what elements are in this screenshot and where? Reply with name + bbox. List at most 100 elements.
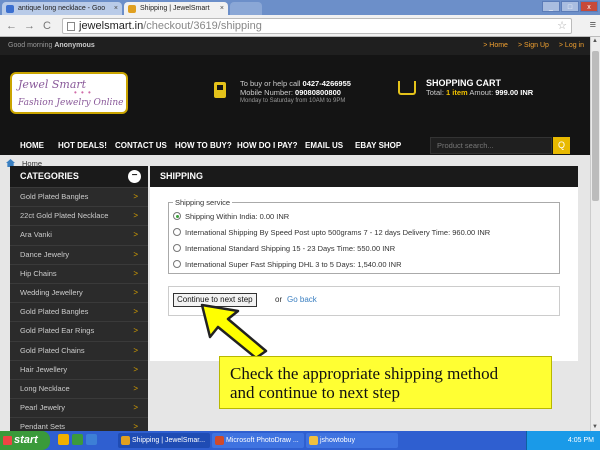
categories-header: CATEGORIES −: [10, 166, 148, 187]
menu-how-do-i-pay[interactable]: HOW DO I PAY?: [237, 141, 297, 150]
scroll-up-icon[interactable]: ▲: [592, 38, 598, 44]
sidebar-category-label: Gold Plated Chains: [20, 345, 85, 355]
chevron-right-icon: >: [133, 211, 138, 221]
chrome-icon: [121, 436, 130, 445]
folder-icon: [309, 436, 318, 445]
sidebar-category-label: 22ct Gold Plated Necklace: [20, 211, 109, 221]
shopping-cart-icon[interactable]: [398, 81, 416, 95]
chevron-right-icon: >: [133, 345, 138, 355]
quick-launch-icon[interactable]: [58, 434, 69, 445]
logo-line-2: Fashion Jewelry Online: [18, 98, 124, 108]
close-tab-icon[interactable]: ×: [220, 2, 224, 15]
url-host: jewelsmart.in: [79, 20, 144, 32]
scroll-thumb[interactable]: [592, 51, 599, 201]
callout-line-2: and continue to next step: [230, 383, 400, 402]
top-link-log-in[interactable]: > Log in: [559, 37, 584, 55]
call-number: 0427-4266955: [302, 79, 351, 88]
sidebar-category-item[interactable]: Pearl Jewelry >: [10, 398, 148, 417]
url-input[interactable]: jewelsmart.in/checkout/3619/shipping ☆: [62, 18, 572, 34]
product-search-input[interactable]: Product search...: [430, 137, 552, 154]
google-favicon-icon: [6, 5, 14, 13]
shipping-option[interactable]: International Standard Shipping 15 - 23 …: [173, 244, 395, 253]
taskbar-button-photodraw[interactable]: Microsoft PhotoDraw ...: [212, 433, 304, 448]
back-arrow-icon[interactable]: ←: [6, 19, 17, 33]
site-header: Jewel Smart • • • Fashion Jewelry Online…: [0, 55, 590, 155]
chevron-right-icon: >: [133, 422, 138, 431]
sidebar-category-item[interactable]: Gold Plated Bangles >: [10, 302, 148, 321]
menu-hot-deals[interactable]: HOT DEALS!: [58, 141, 107, 150]
sidebar-category-item[interactable]: Pendant Sets >: [10, 417, 148, 431]
windows-taskbar: start Shipping | JewelSmar... Microsoft …: [0, 431, 600, 450]
menu-ebay-shop[interactable]: EBAY SHOP: [355, 141, 401, 150]
sidebar-category-item[interactable]: Gold Plated Chains >: [10, 340, 148, 360]
quick-launch-icon[interactable]: [86, 434, 97, 445]
sidebar-category-item[interactable]: Wedding Jewellery >: [10, 282, 148, 302]
sidebar-category-item[interactable]: Ara Vanki >: [10, 225, 148, 244]
sidebar-category-item[interactable]: Hip Chains >: [10, 263, 148, 283]
sidebar-category-label: Pendant Sets: [20, 422, 66, 431]
shipping-option[interactable]: International Super Fast Shipping DHL 3 …: [173, 260, 402, 269]
shipping-option-radio[interactable]: [173, 228, 181, 237]
page-scrollbar[interactable]: ▲ ▼: [590, 37, 600, 431]
top-links: > Home > Sign Up > Log in: [483, 37, 584, 55]
start-button[interactable]: start: [0, 431, 50, 450]
scroll-down-icon[interactable]: ▼: [592, 424, 598, 430]
sidebar-category-label: Wedding Jewellery: [20, 287, 83, 297]
new-tab-button[interactable]: [230, 2, 262, 15]
chevron-right-icon: >: [133, 249, 138, 259]
page-icon: [67, 22, 75, 31]
window-controls: _ □ x: [542, 1, 598, 12]
reload-icon[interactable]: C: [43, 19, 51, 33]
tab-google-search[interactable]: antique long necklace - Goo ×: [2, 2, 122, 15]
shipping-option[interactable]: Shipping Within India: 0.00 INR: [173, 212, 289, 221]
category-list: Gold Plated Bangles >22ct Gold Plated Nec…: [10, 187, 148, 431]
shipping-option[interactable]: International Shipping By Speed Post upt…: [173, 228, 490, 237]
site-logo[interactable]: Jewel Smart • • • Fashion Jewelry Online: [10, 72, 128, 114]
sidebar-category-item[interactable]: Hair Jewellery >: [10, 359, 148, 379]
browser-tab-bar: antique long necklace - Goo × Shipping |…: [0, 0, 600, 15]
close-tab-icon[interactable]: ×: [114, 2, 118, 15]
taskbar-button-chrome[interactable]: Shipping | JewelSmar...: [118, 433, 210, 448]
quick-launch-icon[interactable]: [72, 434, 83, 445]
taskbar-button-label: jshowtobuy: [320, 437, 356, 444]
bookmark-star-icon[interactable]: ☆: [557, 19, 567, 33]
top-link-sign-up[interactable]: > Sign Up: [518, 37, 549, 55]
phone-icon: [214, 82, 226, 98]
sidebar-category-item[interactable]: Gold Plated Ear Rings >: [10, 321, 148, 340]
sidebar-category-item[interactable]: Gold Plated Bangles >: [10, 187, 148, 206]
sidebar-category-item[interactable]: 22ct Gold Plated Necklace >: [10, 206, 148, 225]
sidebar-category-item[interactable]: Dance Jewelry >: [10, 244, 148, 264]
system-tray: 4:05 PM: [526, 431, 600, 450]
browser-menu-icon[interactable]: ≡: [590, 19, 596, 31]
shipping-option-radio[interactable]: [173, 244, 181, 253]
taskbar-button-folder[interactable]: jshowtobuy: [306, 433, 398, 448]
menu-home[interactable]: HOME: [20, 141, 44, 150]
sidebar-category-label: Ara Vanki: [20, 230, 52, 240]
chevron-right-icon: >: [133, 192, 138, 201]
collapse-minus-icon[interactable]: −: [128, 170, 141, 183]
search-icon[interactable]: Q: [553, 137, 570, 154]
sidebar-category-item[interactable]: Long Necklace >: [10, 378, 148, 398]
shipping-option-radio[interactable]: [173, 260, 181, 269]
close-window-icon[interactable]: x: [580, 1, 598, 12]
sidebar-category-label: Hip Chains: [20, 268, 57, 278]
shipping-title: SHIPPING: [150, 166, 578, 187]
tab-shipping[interactable]: Shipping | JewelSmart ×: [124, 2, 228, 15]
sidebar-category-label: Long Necklace: [20, 383, 70, 393]
menu-how-to-buy[interactable]: HOW TO BUY?: [175, 141, 232, 150]
cart-info[interactable]: SHOPPING CART Total: 1 item Amout: 999.0…: [426, 78, 533, 98]
top-link-home[interactable]: > Home: [483, 37, 508, 55]
clock[interactable]: 4:05 PM: [568, 437, 594, 444]
menu-email-us[interactable]: EMAIL US: [305, 141, 343, 150]
menu-contact-us[interactable]: CONTACT US: [115, 141, 167, 150]
go-back-link[interactable]: Go back: [287, 295, 317, 304]
minimize-icon[interactable]: _: [542, 1, 560, 12]
shipping-option-radio[interactable]: [173, 212, 181, 221]
maximize-icon[interactable]: □: [561, 1, 579, 12]
categories-title: CATEGORIES: [20, 171, 79, 181]
forward-arrow-icon[interactable]: →: [24, 19, 35, 33]
sidebar-category-label: Gold Plated Bangles: [20, 307, 89, 317]
quick-launch: [58, 434, 97, 445]
photodraw-icon: [215, 436, 224, 445]
shipping-option-label: International Shipping By Speed Post upt…: [185, 228, 491, 237]
